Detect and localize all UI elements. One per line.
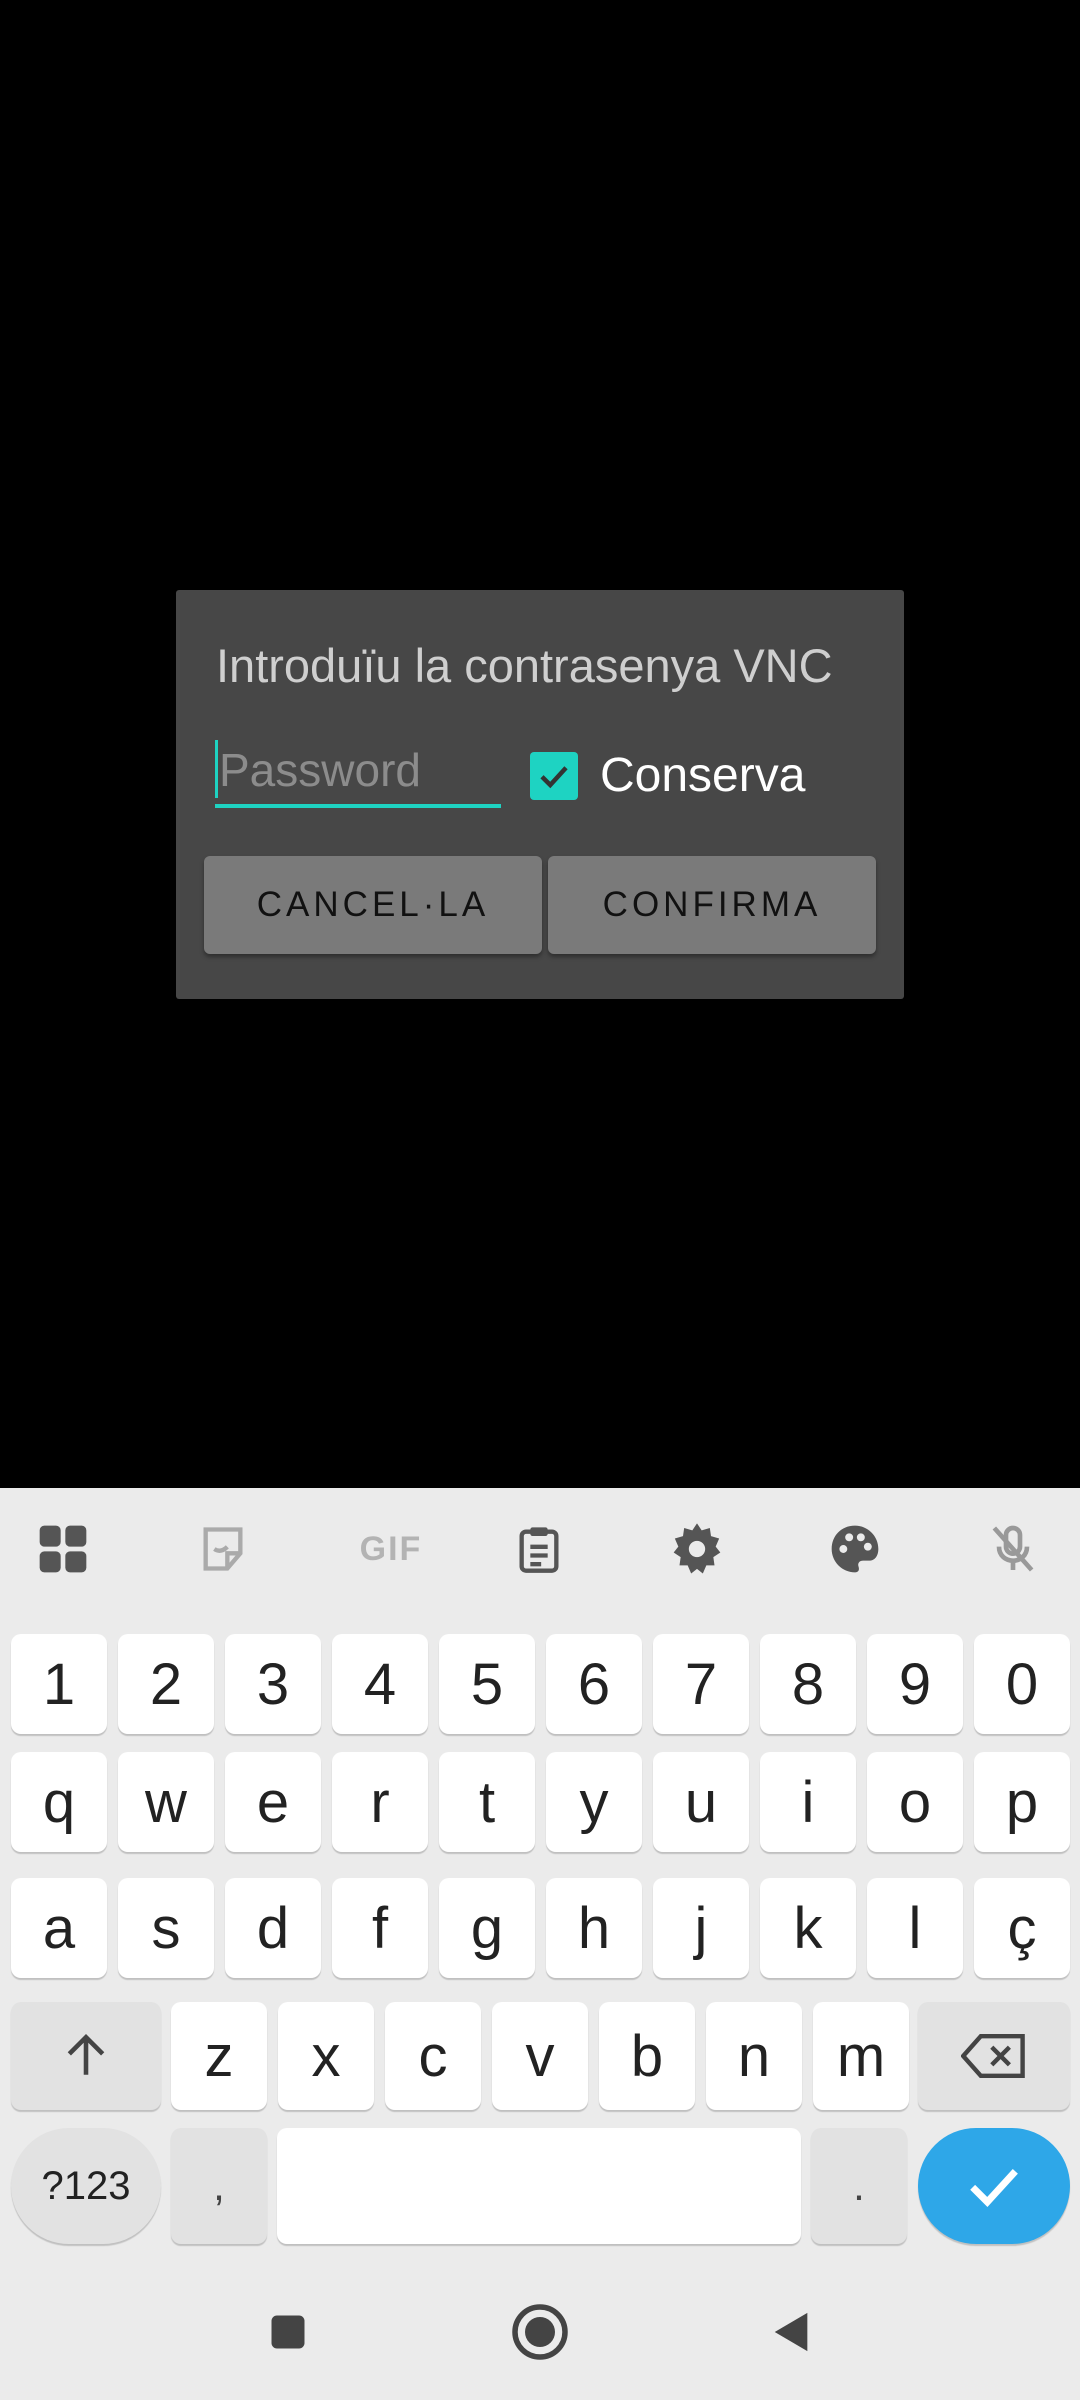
key-m[interactable]: m bbox=[813, 2002, 909, 2110]
mic-off-icon[interactable] bbox=[978, 1514, 1048, 1584]
key-i[interactable]: i bbox=[760, 1752, 856, 1852]
key-v[interactable]: v bbox=[492, 2002, 588, 2110]
key-t[interactable]: t bbox=[439, 1752, 535, 1852]
key-1[interactable]: 1 bbox=[11, 1634, 107, 1734]
text-caret bbox=[215, 740, 218, 798]
key-k[interactable]: k bbox=[760, 1878, 856, 1978]
key-z[interactable]: z bbox=[171, 2002, 267, 2110]
key-a[interactable]: a bbox=[11, 1878, 107, 1978]
cancel-button[interactable]: CANCEL·LA bbox=[204, 856, 542, 954]
settings-gear-icon[interactable] bbox=[662, 1514, 732, 1584]
sticker-icon[interactable] bbox=[188, 1514, 258, 1584]
key-b[interactable]: b bbox=[599, 2002, 695, 2110]
key-2[interactable]: 2 bbox=[118, 1634, 214, 1734]
key-h[interactable]: h bbox=[546, 1878, 642, 1978]
key-c[interactable]: c bbox=[385, 2002, 481, 2110]
password-input[interactable] bbox=[215, 736, 501, 804]
gif-icon[interactable]: GIF bbox=[346, 1514, 436, 1584]
checkmark-icon bbox=[970, 2168, 1018, 2208]
key-f[interactable]: f bbox=[332, 1878, 428, 1978]
key-3[interactable]: 3 bbox=[225, 1634, 321, 1734]
comma-key[interactable]: , bbox=[171, 2128, 267, 2244]
password-field-container bbox=[215, 736, 501, 808]
keyboard-toolbar: GIF bbox=[0, 1488, 1080, 1608]
keep-label: Conserva bbox=[600, 749, 806, 802]
key-s[interactable]: s bbox=[118, 1878, 214, 1978]
key-w[interactable]: w bbox=[118, 1752, 214, 1852]
key-o[interactable]: o bbox=[867, 1752, 963, 1852]
keep-checkbox[interactable] bbox=[530, 751, 578, 800]
recents-square-icon[interactable] bbox=[256, 2300, 320, 2364]
home-circle-icon[interactable] bbox=[508, 2300, 572, 2364]
key-8[interactable]: 8 bbox=[760, 1634, 856, 1734]
key-y[interactable]: y bbox=[546, 1752, 642, 1852]
key-0[interactable]: 0 bbox=[974, 1634, 1070, 1734]
key-e[interactable]: e bbox=[225, 1752, 321, 1852]
key-5[interactable]: 5 bbox=[439, 1634, 535, 1734]
period-key[interactable]: . bbox=[811, 2128, 907, 2244]
vnc-password-dialog: Introduïu la contrasenya VNC Conserva CA… bbox=[176, 590, 904, 999]
shift-arrow-icon bbox=[67, 2034, 105, 2075]
key-j[interactable]: j bbox=[653, 1878, 749, 1978]
enter-key[interactable] bbox=[918, 2128, 1070, 2244]
apps-grid-icon[interactable] bbox=[28, 1514, 98, 1584]
key-n[interactable]: n bbox=[706, 2002, 802, 2110]
backspace-key[interactable] bbox=[918, 2002, 1070, 2110]
palette-icon[interactable] bbox=[820, 1514, 890, 1584]
back-triangle-icon[interactable] bbox=[760, 2300, 824, 2364]
key-d[interactable]: d bbox=[225, 1878, 321, 1978]
shift-key[interactable] bbox=[11, 2002, 161, 2110]
system-navigation-bar bbox=[0, 2260, 1080, 2400]
key-r[interactable]: r bbox=[332, 1752, 428, 1852]
key-6[interactable]: 6 bbox=[546, 1634, 642, 1734]
key-p[interactable]: p bbox=[974, 1752, 1070, 1852]
confirm-button[interactable]: CONFIRMA bbox=[548, 856, 876, 954]
key-g[interactable]: g bbox=[439, 1878, 535, 1978]
key-l[interactable]: l bbox=[867, 1878, 963, 1978]
dialog-title: Introduïu la contrasenya VNC bbox=[216, 639, 833, 692]
key-ç[interactable]: ç bbox=[974, 1878, 1070, 1978]
key-7[interactable]: 7 bbox=[653, 1634, 749, 1734]
key-u[interactable]: u bbox=[653, 1752, 749, 1852]
key-4[interactable]: 4 bbox=[332, 1634, 428, 1734]
keep-password-toggle[interactable]: Conserva bbox=[530, 748, 805, 803]
key-x[interactable]: x bbox=[278, 2002, 374, 2110]
checkmark-icon bbox=[540, 765, 568, 788]
space-key[interactable] bbox=[277, 2128, 801, 2244]
backspace-icon bbox=[961, 2034, 1025, 2078]
clipboard-icon[interactable] bbox=[504, 1514, 574, 1584]
symbols-key[interactable]: ?123 bbox=[11, 2128, 161, 2244]
key-q[interactable]: q bbox=[11, 1752, 107, 1852]
key-9[interactable]: 9 bbox=[867, 1634, 963, 1734]
